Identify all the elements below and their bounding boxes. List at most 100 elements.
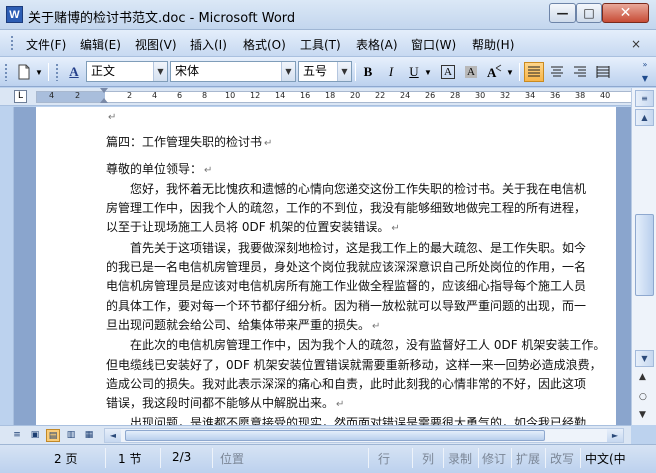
normal-view-icon[interactable]: ≡	[10, 429, 24, 442]
hanging-indent-icon[interactable]	[100, 98, 108, 103]
tab-stop-selector[interactable]: L	[14, 90, 27, 103]
status-page-of[interactable]: 2/3	[172, 450, 191, 464]
menu-edit[interactable]: 编辑(E)	[80, 36, 121, 53]
status-section[interactable]: 1 节	[118, 450, 141, 467]
first-line-indent-icon[interactable]	[100, 88, 108, 93]
status-divider	[412, 448, 413, 468]
status-overwrite[interactable]: 改写	[550, 450, 574, 467]
split-box[interactable]: ≡	[635, 90, 654, 107]
font-select[interactable]: 宋体 ▼	[170, 61, 296, 82]
menu-view[interactable]: 视图(V)	[135, 36, 177, 53]
document-line-text: 您好，我怀着无比愧疚和遗憾的心情向您递交这份工作失职的检讨书。关于我在电信机	[106, 181, 587, 196]
document-line-text: 篇四：工作管理失职的检讨书	[106, 135, 263, 150]
document-body[interactable]: ↵ 篇四：工作管理失职的检讨书 ↵ 尊敬的单位领导： ↵ 您好，我怀着无比愧疚和遗憾的心…	[106, 107, 606, 425]
status-divider	[511, 448, 512, 468]
underline-dropdown-icon[interactable]: ▼	[423, 62, 433, 82]
document-line: ↵	[106, 107, 606, 127]
font-dropdown-icon[interactable]: ▼	[281, 62, 295, 81]
toolbar-options-chevron-icon[interactable]: » ▼	[638, 58, 652, 86]
distributed-align-button[interactable]	[593, 62, 613, 82]
paragraph-mark-icon: ↵	[336, 399, 345, 411]
ruler-number: 30	[475, 91, 486, 100]
status-position[interactable]: 位置	[220, 450, 244, 467]
char-scaling-icon: A	[487, 64, 502, 80]
reading-layout-view-icon[interactable]: ▦	[82, 429, 96, 442]
menu-tools[interactable]: 工具(T)	[300, 36, 341, 53]
style-dropdown-icon[interactable]: ▼	[153, 62, 167, 81]
paragraph-mark-icon: ↵	[108, 112, 117, 123]
word-app-icon[interactable]: W	[6, 6, 23, 23]
web-layout-view-icon[interactable]: ▣	[28, 429, 42, 442]
bold-button[interactable]: B	[358, 62, 378, 82]
paragraph-mark-icon: ↵	[204, 164, 213, 176]
menu-file[interactable]: 文件(F)	[26, 36, 66, 53]
style-select[interactable]: 正文 ▼	[86, 61, 168, 82]
horizontal-scroll-thumb[interactable]	[125, 430, 545, 441]
previous-page-icon[interactable]: ▲	[639, 372, 646, 382]
scroll-left-button[interactable]: ◄	[105, 429, 121, 442]
horizontal-scrollbar-row: ≡ ▣ ▤ ▥ ▦ ◄ ►	[0, 425, 631, 444]
status-divider	[580, 448, 581, 468]
document-line-text: 房管理工作中，因我个人的疏忽，工作的不到位，我没有能够细致地做完工程的所有进程，	[106, 201, 587, 216]
menu-window[interactable]: 窗口(W)	[411, 36, 456, 53]
status-divider	[212, 448, 213, 468]
ruler-number: 4	[152, 91, 158, 100]
close-window-button[interactable]: ✕	[602, 3, 649, 23]
outline-view-icon[interactable]: ▥	[64, 429, 78, 442]
vertical-scrollbar[interactable]: ≡ ▲ ▼ ▲ ○ ▼	[631, 88, 656, 425]
status-revise[interactable]: 修订	[482, 450, 506, 467]
status-column[interactable]: 列	[422, 450, 434, 467]
close-icon: ✕	[619, 5, 632, 21]
scroll-right-button[interactable]: ►	[607, 429, 623, 442]
align-right-button[interactable]	[570, 62, 590, 82]
ruler-number: 38	[575, 91, 586, 100]
status-page[interactable]: 2 页	[54, 450, 77, 467]
new-document-button[interactable]	[14, 62, 34, 82]
char-scaling-button[interactable]: A	[484, 62, 504, 82]
italic-button[interactable]: I	[381, 62, 401, 82]
print-layout-view-icon[interactable]: ▤	[46, 429, 60, 442]
toolbar-separator	[355, 63, 356, 81]
menu-format[interactable]: 格式(O)	[243, 36, 286, 53]
formatting-toolbar: ▼ A 正文 ▼ 宋体 ▼ 五号 ▼ B I U ▼ A A A ▼	[0, 57, 656, 87]
indent-marker[interactable]	[100, 88, 109, 106]
document-line: 房管理工作中，因我个人的疏忽，工作的不到位，我没有能够细致地做完工程的所有进程，	[106, 199, 606, 218]
vertical-scroll-thumb[interactable]	[635, 214, 654, 296]
new-dropdown-button[interactable]: ▼	[33, 62, 45, 82]
status-line[interactable]: 行	[378, 450, 390, 467]
minimize-button[interactable]: —	[549, 3, 576, 23]
status-language[interactable]: 中文(中	[585, 450, 626, 467]
styles-pane-button[interactable]: A	[64, 62, 84, 82]
menu-grip[interactable]	[10, 35, 14, 52]
font-size-dropdown-icon[interactable]: ▼	[337, 62, 351, 81]
next-page-icon[interactable]: ▼	[639, 410, 646, 420]
minimize-icon: —	[556, 6, 569, 20]
toolbar-grip-2[interactable]	[55, 63, 59, 81]
font-size-select[interactable]: 五号 ▼	[298, 61, 352, 82]
horizontal-scrollbar[interactable]: ◄ ►	[104, 428, 624, 443]
scroll-up-button[interactable]: ▲	[635, 109, 654, 126]
align-justify-button[interactable]	[524, 62, 544, 82]
document-line: 在此次的电信机房管理工作中，因为我个人的疏忽，没有监督好工人 0DF 机架安装工…	[106, 336, 606, 355]
menu-insert[interactable]: 插入(I)	[190, 36, 227, 53]
status-divider	[160, 448, 161, 468]
document-line-text: 首先关于这项错误，我要做深刻地检讨，这是我工作上的最大疏忽、是工作失职。如今	[106, 240, 587, 255]
toolbar-grip[interactable]	[4, 63, 8, 81]
svg-text:A: A	[487, 65, 497, 80]
status-record[interactable]: 录制	[448, 450, 472, 467]
char-border-button[interactable]: A	[438, 62, 458, 82]
document-page[interactable]: ↵ 篇四：工作管理失职的检讨书 ↵ 尊敬的单位领导： ↵ 您好，我怀着无比愧疚和遗憾的心…	[36, 107, 616, 425]
select-browse-object-icon[interactable]: ○	[639, 392, 647, 402]
align-center-button[interactable]	[547, 62, 567, 82]
menu-table[interactable]: 表格(A)	[356, 36, 398, 53]
menu-help[interactable]: 帮助(H)	[472, 36, 514, 53]
document-area: ↵ 篇四：工作管理失职的检讨书 ↵ 尊敬的单位领导： ↵ 您好，我怀着无比愧疚和遗憾的心…	[14, 107, 631, 425]
maximize-button[interactable]: □	[576, 3, 602, 23]
char-scaling-dropdown-icon[interactable]: ▼	[505, 62, 515, 82]
char-shading-button[interactable]: A	[461, 62, 481, 82]
horizontal-ruler[interactable]: L 4 2 2 4 6 8 10 12 14 16 18 20 22 24 26…	[0, 88, 656, 106]
status-extend[interactable]: 扩展	[516, 450, 540, 467]
document-close-icon[interactable]: ×	[631, 37, 641, 51]
scroll-down-button[interactable]: ▼	[635, 350, 654, 367]
underline-button[interactable]: U	[404, 62, 424, 82]
